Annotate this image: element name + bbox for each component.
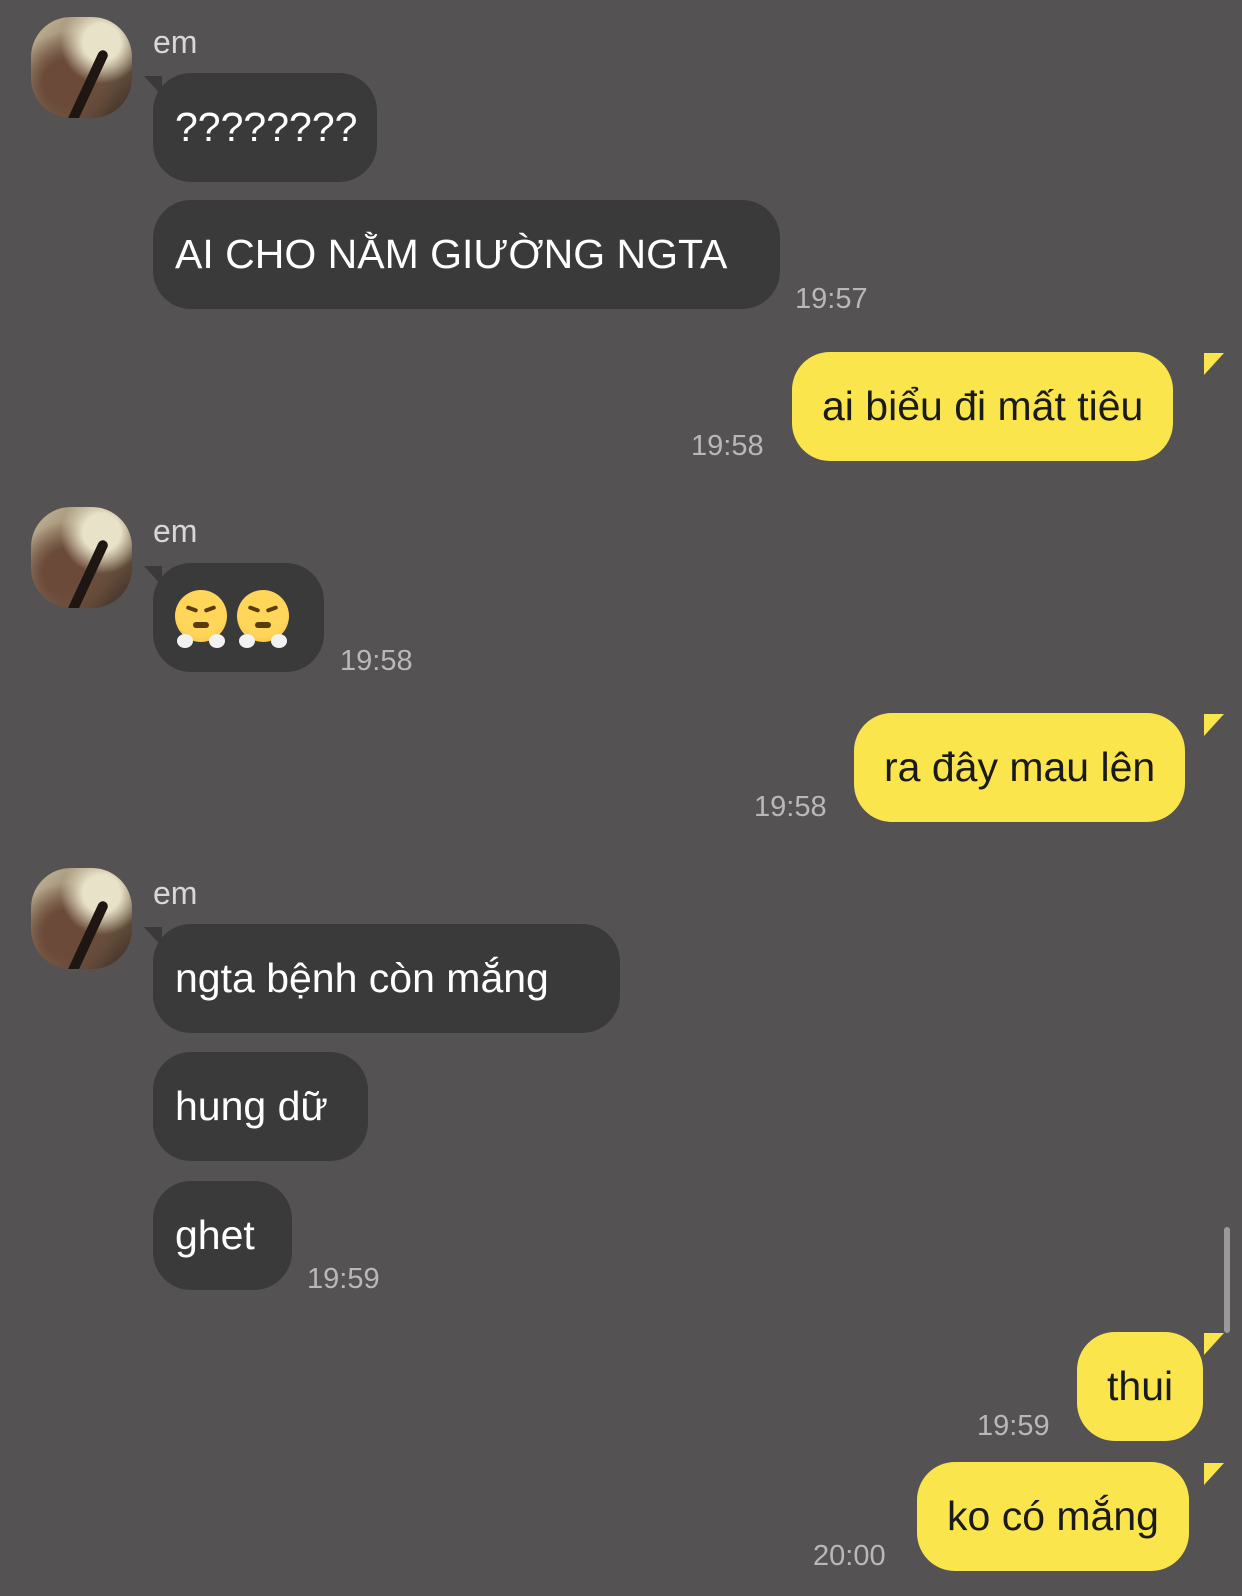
contact-avatar[interactable] <box>31 507 132 608</box>
incoming-emoji-bubble[interactable] <box>153 563 324 672</box>
avatar-hair-strand <box>66 899 110 969</box>
outgoing-message-bubble[interactable]: ko có mắng <box>917 1462 1189 1571</box>
avatar-hair-strand <box>66 48 110 118</box>
message-timestamp: 19:58 <box>691 430 764 462</box>
scrollbar-thumb[interactable] <box>1224 1227 1230 1333</box>
message-timestamp: 19:58 <box>754 791 827 823</box>
incoming-message-bubble[interactable]: hung dữ <box>153 1052 368 1161</box>
incoming-message-bubble[interactable]: ???????? <box>153 73 377 182</box>
message-timestamp: 20:00 <box>813 1540 886 1572</box>
avatar-hair-strand <box>66 538 110 608</box>
angry-steam-face-emoji <box>237 590 289 649</box>
incoming-message-bubble[interactable]: ghet <box>153 1181 292 1290</box>
bubble-tail <box>1204 714 1224 736</box>
message-timestamp: 19:58 <box>340 645 413 677</box>
contact-avatar[interactable] <box>31 868 132 969</box>
message-timestamp: 19:59 <box>307 1263 380 1295</box>
bubble-tail <box>1204 1333 1224 1355</box>
contact-avatar[interactable] <box>31 17 132 118</box>
outgoing-message-bubble[interactable]: thui <box>1077 1332 1204 1441</box>
message-timestamp: 19:57 <box>795 283 868 315</box>
sender-name: em <box>153 875 198 911</box>
sender-name: em <box>153 24 198 60</box>
sender-name: em <box>153 513 198 549</box>
incoming-message-bubble[interactable]: AI CHO NẰM GIƯỜNG NGTA <box>153 200 780 309</box>
outgoing-message-bubble[interactable]: ai biểu đi mất tiêu <box>792 352 1174 461</box>
bubble-tail <box>1204 353 1224 375</box>
outgoing-message-bubble[interactable]: ra đây mau lên <box>854 713 1186 822</box>
incoming-message-bubble[interactable]: ngta bệnh còn mắng <box>153 924 620 1033</box>
bubble-tail <box>1204 1463 1224 1485</box>
angry-steam-face-emoji <box>175 590 227 649</box>
chat-thread[interactable]: em ???????? AI CHO NẰM GIƯỜNG NGTA 19:57… <box>0 0 1242 1596</box>
message-timestamp: 19:59 <box>977 1410 1050 1442</box>
